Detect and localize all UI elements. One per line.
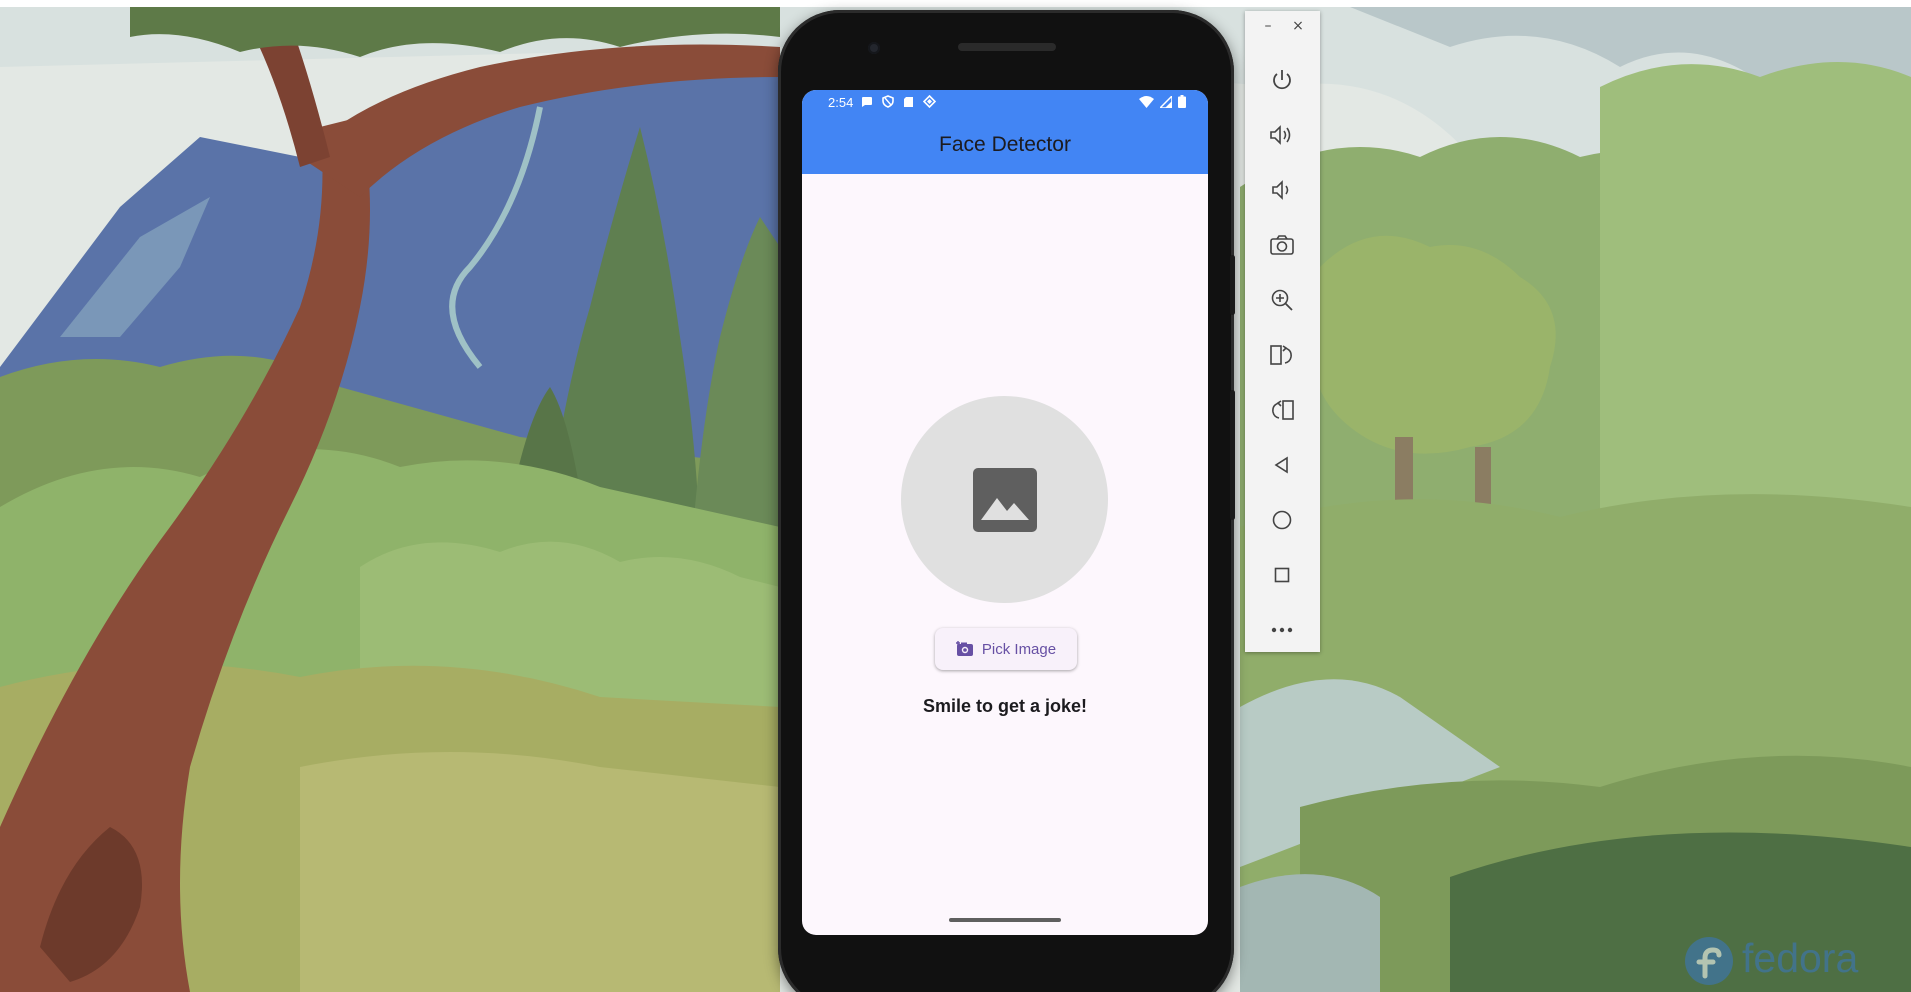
- earpiece-speaker: [958, 43, 1056, 51]
- home-icon: [1272, 510, 1292, 530]
- sd-card-icon: [904, 96, 913, 107]
- home-button[interactable]: [1260, 498, 1304, 542]
- back-icon: [1274, 456, 1288, 474]
- joke-message: Smile to get a joke!: [922, 696, 1088, 716]
- volume-up-icon: [1270, 125, 1291, 145]
- more-icon: [1271, 627, 1293, 633]
- status-bar: 2:54: [802, 90, 1208, 116]
- close-button[interactable]: ×: [1289, 17, 1307, 35]
- status-icons-left: [861, 95, 936, 108]
- overview-icon: [1274, 567, 1290, 583]
- fedora-wordmark: fedora: [1742, 935, 1859, 981]
- wifi-icon: [1139, 95, 1154, 108]
- shield-icon: [882, 95, 894, 108]
- overview-button[interactable]: [1260, 553, 1304, 597]
- gesture-nav-handle[interactable]: [949, 918, 1061, 922]
- battery-icon: [1178, 95, 1186, 108]
- volume-up-button[interactable]: [1260, 113, 1304, 157]
- emulator-window-controls: – ×: [1245, 11, 1320, 41]
- power-button[interactable]: [1260, 58, 1304, 102]
- more-button[interactable]: [1260, 608, 1304, 652]
- pick-image-button[interactable]: Pick Image: [935, 628, 1077, 670]
- chat-bubble-icon: [862, 96, 872, 107]
- fedora-icon: [1685, 937, 1733, 985]
- volume-down-icon: [1272, 180, 1289, 200]
- zoom-button[interactable]: [1260, 278, 1304, 322]
- rotate-left-icon: [1270, 345, 1292, 365]
- top-bar-strip: [0, 0, 1911, 7]
- status-time: 2:54: [828, 95, 854, 110]
- minimize-button[interactable]: –: [1259, 17, 1277, 35]
- phone-emulator-frame: 2:54 Face Detector Pick Image Smile to g…: [778, 10, 1235, 992]
- diamond-icon: [923, 95, 936, 108]
- add-photo-icon: [955, 641, 973, 656]
- rotate-left-button[interactable]: [1260, 333, 1304, 377]
- phone-screen: 2:54 Face Detector Pick Image Smile to g…: [802, 90, 1208, 935]
- volume-down-button[interactable]: [1260, 168, 1304, 212]
- image-icon: [973, 468, 1037, 532]
- app-title: Face Detector: [939, 133, 1071, 156]
- image-preview-circle: [901, 396, 1108, 603]
- phone-side-button: [1230, 255, 1235, 315]
- app-bar: Face Detector: [802, 116, 1208, 174]
- desktop: 2:54 Face Detector Pick Image Smile to g…: [0, 0, 1911, 992]
- pick-image-label: Pick Image: [981, 640, 1057, 658]
- phone-volume-button: [1230, 390, 1235, 520]
- camera-icon: [1270, 235, 1294, 255]
- emulator-toolbar: – ×: [1245, 11, 1320, 652]
- front-camera: [868, 42, 880, 54]
- zoom-in-icon: [1271, 289, 1293, 311]
- cell-signal-icon: [1160, 95, 1172, 108]
- rotate-right-button[interactable]: [1260, 388, 1304, 432]
- status-icons-right: [1139, 95, 1186, 108]
- power-icon: [1273, 70, 1291, 90]
- rotate-right-icon: [1272, 400, 1294, 420]
- fedora-logo: fedora: [1684, 935, 1859, 987]
- back-button[interactable]: [1260, 443, 1304, 487]
- screenshot-button[interactable]: [1260, 223, 1304, 267]
